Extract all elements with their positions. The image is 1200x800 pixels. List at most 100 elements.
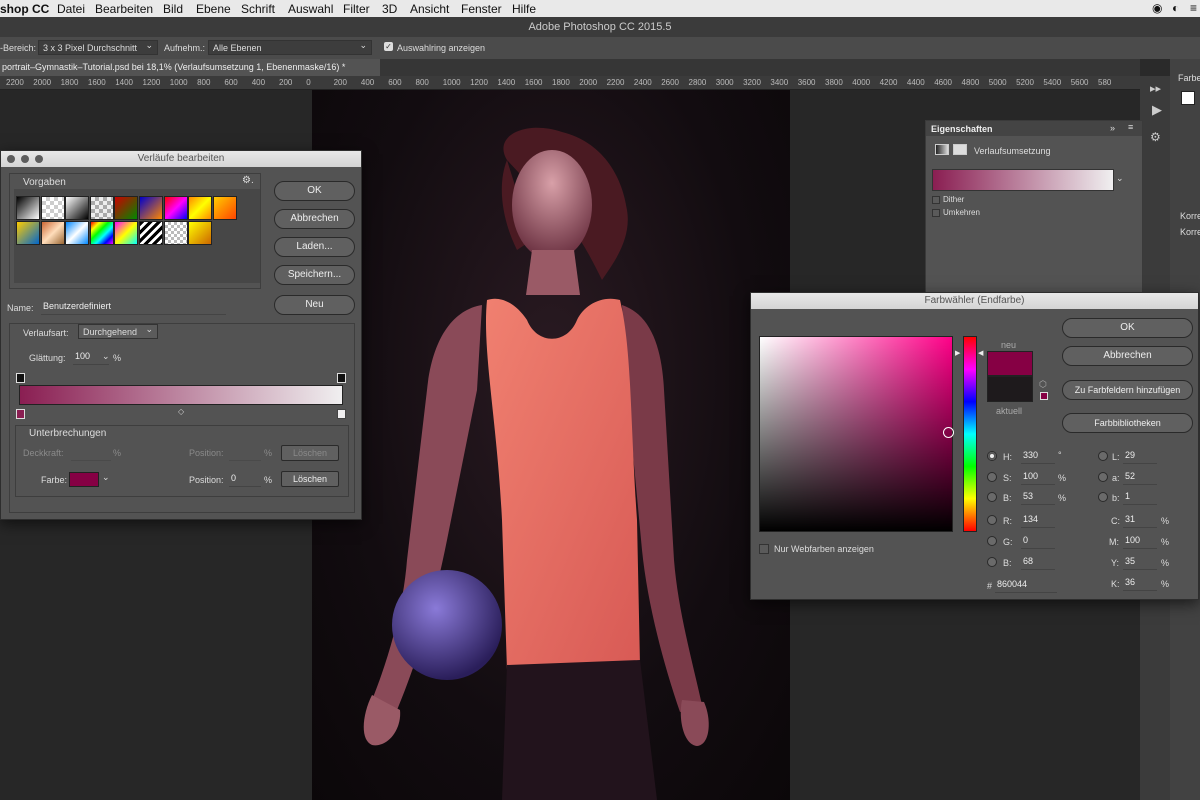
a-radio[interactable] (1098, 472, 1108, 482)
gradient-preset-swatch[interactable] (163, 221, 188, 245)
k-field[interactable]: 36 (1123, 577, 1157, 591)
play-icon[interactable]: ▶ (1152, 102, 1162, 118)
blue-radio[interactable] (987, 557, 997, 567)
midpoint-marker[interactable]: ◇ (178, 407, 184, 416)
gradient-preset-swatch[interactable] (188, 196, 213, 220)
s-radio[interactable] (987, 472, 997, 482)
webcolors-checkbox[interactable] (759, 544, 769, 554)
gamut-warning-icon[interactable]: ⬡ (1039, 379, 1047, 390)
a-field[interactable]: 52 (1123, 471, 1157, 485)
opacity-stop-right[interactable] (337, 373, 346, 383)
neu-button[interactable]: Neu (274, 295, 355, 315)
l-radio[interactable] (1098, 451, 1108, 461)
menu-filter[interactable]: Filter (343, 2, 370, 16)
ok-button[interactable]: OK (274, 181, 355, 201)
gradient-dropdown-icon[interactable]: ⌄ (1116, 173, 1124, 184)
gradient-preset-swatch[interactable] (40, 221, 65, 245)
properties-tab[interactable]: Eigenschaften (931, 124, 993, 134)
aufnehm-select[interactable]: Alle Ebenen (208, 40, 372, 55)
g-field[interactable]: 0 (1021, 535, 1055, 549)
hue-slider[interactable] (963, 336, 977, 532)
dither-checkbox[interactable] (932, 196, 940, 204)
blue-field[interactable]: 68 (1021, 556, 1055, 570)
picker-ok-button[interactable]: OK (1062, 318, 1193, 338)
gradient-preset-swatch[interactable] (139, 196, 163, 220)
g-radio[interactable] (987, 536, 997, 546)
add-to-swatches-button[interactable]: Zu Farbfeldern hinzufügen (1062, 380, 1193, 400)
lab-b-radio[interactable] (1098, 492, 1108, 502)
hex-field[interactable]: 860044 (995, 579, 1057, 593)
gradient-preset-swatch[interactable] (114, 221, 139, 245)
mask-icon[interactable] (953, 144, 967, 155)
r-field[interactable]: 134 (1021, 514, 1055, 528)
collapse-icon[interactable]: ▸▸ (1150, 82, 1161, 95)
menu-schrift[interactable]: Schrift (241, 2, 275, 16)
document-tab[interactable]: portrait–Gymnastik–Tutorial.psd bei 18,1… (0, 59, 380, 76)
r-radio[interactable] (987, 515, 997, 525)
presets-gear-icon[interactable]: ⚙. (242, 175, 254, 186)
speichern-button[interactable]: Speichern... (274, 265, 355, 285)
menu-ebene[interactable]: Ebene (196, 2, 231, 16)
s-field[interactable]: 100 (1021, 471, 1055, 485)
gradient-preset-swatch[interactable] (89, 196, 114, 220)
name-field[interactable]: Benutzerdefiniert (41, 301, 226, 315)
position-field[interactable]: 0 (229, 473, 261, 487)
color-libraries-button[interactable]: Farbbibliotheken (1062, 413, 1193, 433)
web-safe-swatch[interactable] (1040, 392, 1048, 400)
c-field[interactable]: 31 (1123, 514, 1157, 528)
ring-checkbox[interactable]: ✓ (384, 42, 393, 51)
glaettung-dropdown-icon[interactable]: ⌄ (102, 351, 110, 362)
color-stop-left[interactable] (16, 409, 25, 419)
minimize-dot[interactable] (21, 155, 29, 163)
farbe-tab[interactable]: Farbe (1178, 73, 1200, 83)
loeschen-button[interactable]: Löschen (281, 471, 339, 487)
gradient-preset-swatch[interactable] (188, 221, 213, 245)
hue-slider-right-arrow[interactable]: ◀ (978, 349, 983, 357)
menu-auswahl[interactable]: Auswahl (288, 2, 333, 16)
picker-cursor[interactable] (943, 427, 954, 438)
y-field[interactable]: 35 (1123, 556, 1157, 570)
gradient-preset-swatch[interactable] (40, 196, 65, 220)
bereich-select[interactable]: 3 x 3 Pixel Durchschnitt (38, 40, 158, 55)
gradient-preset-swatch[interactable] (89, 221, 114, 245)
m-field[interactable]: 100 (1123, 535, 1157, 549)
gradient-preset-swatch[interactable] (139, 221, 163, 245)
saturation-brightness-field[interactable] (759, 336, 953, 532)
gradient-preview[interactable] (932, 169, 1114, 191)
verlaufsart-select[interactable]: Durchgehend (78, 324, 158, 339)
menu-ansicht[interactable]: Ansicht (410, 2, 449, 16)
laden-button[interactable]: Laden... (274, 237, 355, 257)
user-icon[interactable]: ◐ (1172, 1, 1179, 15)
korrekturen-tab[interactable]: Korre (1180, 211, 1200, 221)
opacity-stop-left[interactable] (16, 373, 25, 383)
picker-abbrechen-button[interactable]: Abbrechen (1062, 346, 1193, 366)
menu-bild[interactable]: Bild (163, 2, 183, 16)
lab-b-field[interactable]: 1 (1123, 491, 1157, 505)
expand-icon[interactable]: » (1110, 123, 1115, 133)
stop-color-swatch[interactable] (69, 472, 99, 487)
b-field[interactable]: 53 (1021, 491, 1055, 505)
record-icon[interactable]: ◉ (1152, 1, 1162, 15)
h-field[interactable]: 330 (1021, 450, 1055, 464)
gradient-preset-swatch[interactable] (212, 196, 237, 220)
gradient-preset-swatch[interactable] (16, 196, 40, 220)
menu-datei[interactable]: Datei (57, 2, 85, 16)
adjust-icon[interactable]: ⚙ (1150, 130, 1161, 144)
gradient-bar[interactable] (19, 385, 343, 405)
l-field[interactable]: 29 (1123, 450, 1157, 464)
abbrechen-button[interactable]: Abbrechen (274, 209, 355, 229)
current-color-swatch[interactable] (987, 376, 1033, 402)
gradient-preset-swatch[interactable] (65, 221, 90, 245)
photo-canvas[interactable] (312, 90, 790, 800)
gradient-preset-swatch[interactable] (16, 221, 40, 245)
menu-app-name[interactable]: shop CC (0, 2, 49, 16)
menu-3d[interactable]: 3D (382, 2, 397, 16)
b-radio[interactable] (987, 492, 997, 502)
gradient-preset-swatch[interactable] (114, 196, 139, 220)
umkehren-checkbox[interactable] (932, 209, 940, 217)
h-radio[interactable] (987, 451, 997, 461)
gradient-preset-swatch[interactable] (65, 196, 90, 220)
hue-slider-left-arrow[interactable]: ▶ (955, 349, 960, 357)
menu-bearbeiten[interactable]: Bearbeiten (95, 2, 153, 16)
menu-fenster[interactable]: Fenster (461, 2, 502, 16)
